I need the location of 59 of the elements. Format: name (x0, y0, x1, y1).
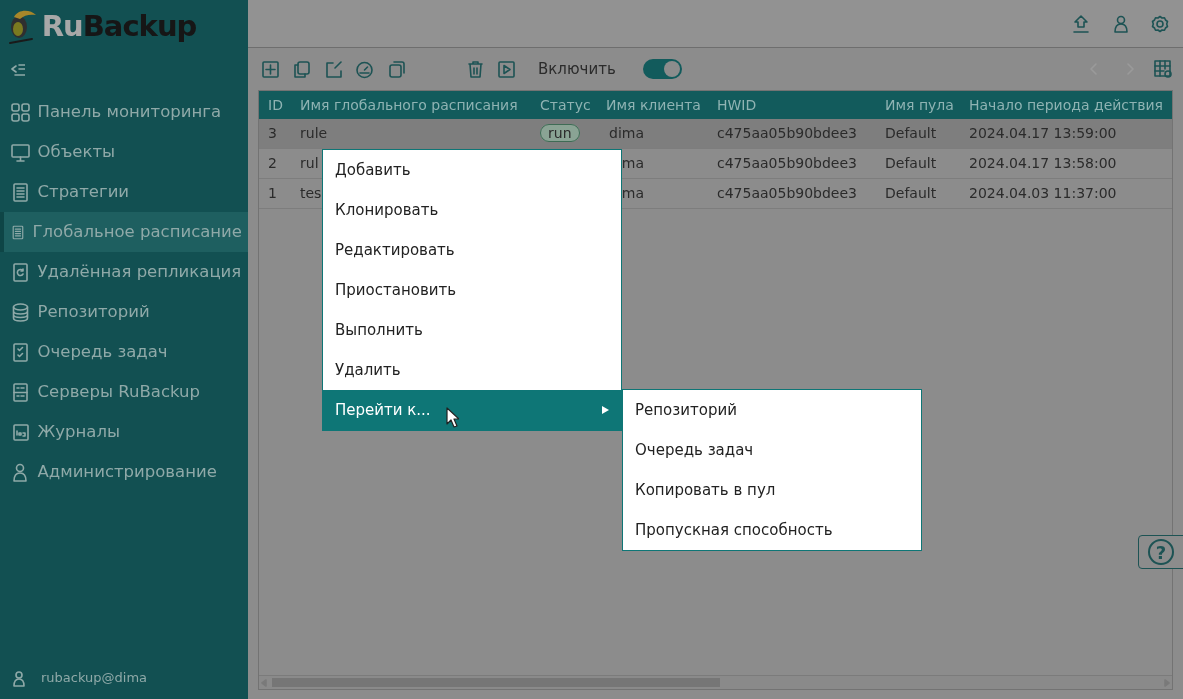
sidebar-item[interactable]: Глобальное расписание (0, 212, 248, 252)
sidebar-item[interactable]: Очередь задач (0, 332, 248, 372)
monitor-icon (11, 142, 30, 162)
settings-icon[interactable] (1151, 14, 1169, 33)
table-cell: Default (885, 185, 937, 201)
table-cell: c475aa05b90bdee3 (717, 185, 857, 201)
table-cell: c475aa05b90bdee3 (717, 125, 857, 141)
collapse-menu-icon[interactable] (11, 63, 25, 77)
user-name: rubackup@dima (41, 669, 148, 688)
sidebar-item[interactable]: Панель мониторинга (0, 92, 248, 132)
sidebar-item[interactable]: Администрирование (0, 452, 248, 492)
refresh-document-icon (11, 262, 30, 282)
table-cell-text: dima (608, 124, 644, 143)
column-header[interactable]: Статус (533, 94, 599, 116)
menu-item[interactable]: Перейти к... (323, 390, 621, 430)
sidebar-item[interactable]: Репозиторий (0, 292, 248, 332)
table-cell-text: ma (620, 184, 644, 203)
toggle-switch[interactable] (643, 59, 683, 79)
mouse-cursor-icon (446, 407, 459, 428)
database-icon (11, 302, 30, 322)
table-row[interactable]: 3 rule run dima c475aa05b90bdee3 Default 2024.04.17 13:59:00 (259, 119, 1172, 149)
user-icon (12, 669, 26, 687)
sidebar-item[interactable]: Удалённая репликация (0, 252, 248, 292)
grid-icon (11, 102, 30, 122)
table-cell: Default (885, 155, 937, 171)
column-header[interactable]: Имя клиента (599, 94, 709, 116)
column-header[interactable]: Имя глобального расписания (298, 94, 533, 116)
sidebar-item[interactable]: Серверы RuBackup (0, 372, 248, 412)
column-header[interactable]: Начало периода действия (961, 94, 1172, 116)
checklist-icon (11, 342, 30, 362)
table-cell: 1 (268, 185, 277, 201)
table-cell: c475aa05b90bdee3 (717, 155, 857, 171)
column-header[interactable]: HWID (709, 94, 877, 116)
upload-icon[interactable] (1072, 13, 1090, 34)
column-header[interactable]: ID (259, 94, 298, 116)
table-cell: 2024.04.17 13:58:00 (969, 155, 1117, 171)
user-icon[interactable] (1112, 13, 1129, 34)
table-cell: 2 (268, 155, 277, 171)
server-list-icon (11, 382, 30, 402)
sidebar-item[interactable]: Журналы (0, 412, 248, 452)
toggle-label: Включить (538, 58, 616, 80)
table-cell: rul (300, 155, 319, 171)
sidebar-item[interactable]: Объекты (0, 132, 248, 172)
table-cell: 2024.04.17 13:59:00 (969, 125, 1117, 141)
table-settings-icon[interactable] (1154, 59, 1173, 79)
logo-text: RuBackup (41, 8, 197, 45)
table-cell: Default (885, 125, 937, 141)
table-cell: 3 (268, 125, 277, 141)
user-icon (11, 462, 30, 482)
table-cell: 2024.04.03 11:37:00 (969, 185, 1117, 201)
column-header[interactable]: Имя пула (877, 94, 961, 116)
table-cell: rule (300, 125, 328, 141)
sidebar-item[interactable]: Стратегии (0, 172, 248, 212)
help-button[interactable]: ? (1138, 535, 1183, 569)
table-cell-text: ma (620, 154, 644, 173)
status-badge: run (540, 124, 580, 142)
log-icon (11, 422, 30, 442)
table-cell: tes (300, 185, 322, 201)
document-icon (11, 182, 30, 202)
